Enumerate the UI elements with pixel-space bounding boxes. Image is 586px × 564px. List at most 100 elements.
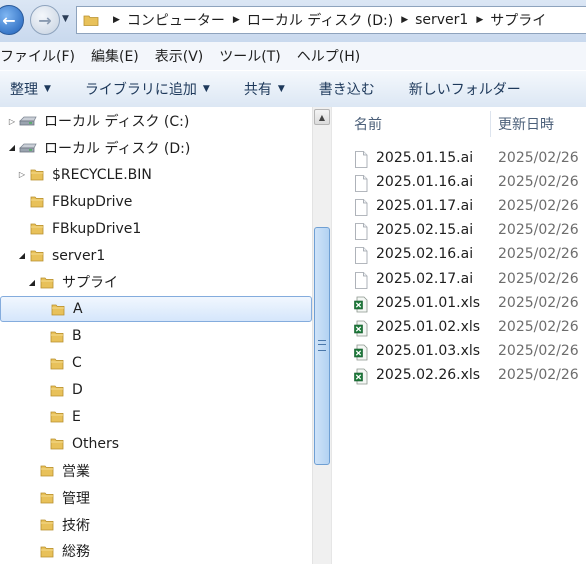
tree-item-label: C bbox=[72, 355, 82, 372]
collapse-arrow-icon[interactable]: ◢ bbox=[16, 251, 28, 260]
tree-item-label: E bbox=[72, 408, 81, 425]
new-folder-button[interactable]: 新しいフォルダー bbox=[399, 79, 531, 99]
breadcrumb-supply[interactable]: サプライ bbox=[490, 10, 546, 30]
tree-item[interactable]: ◢ server1 bbox=[0, 243, 312, 269]
scroll-up-arrow-icon[interactable]: ▲ bbox=[314, 109, 330, 125]
address-bar: ← → ▼ ▶ コンピューター ▶ ローカル ディスク (D:) ▶ serve… bbox=[0, 0, 586, 43]
share-button[interactable]: 共有 ▼ bbox=[234, 79, 295, 99]
excel-file-icon bbox=[354, 368, 368, 385]
folder-icon bbox=[40, 519, 54, 531]
tree-item[interactable]: 営業 bbox=[0, 458, 312, 484]
excel-file-icon bbox=[354, 320, 368, 337]
folder-icon bbox=[40, 546, 54, 558]
menu-file[interactable]: ファイル(F) bbox=[0, 46, 75, 66]
column-header-modified[interactable]: 更新日時 bbox=[498, 107, 554, 141]
file-row[interactable]: 2025.01.01.xls 2025/02/26 bbox=[332, 292, 586, 316]
column-header-name[interactable]: 名前 bbox=[354, 107, 382, 141]
folder-icon bbox=[40, 277, 54, 289]
tree-item[interactable]: B bbox=[0, 323, 312, 349]
breadcrumb-separator-icon[interactable]: ▶ bbox=[113, 15, 120, 25]
tree-item-label: ローカル ディスク (D:) bbox=[44, 140, 191, 157]
menu-help[interactable]: ヘルプ(H) bbox=[297, 46, 360, 66]
forward-arrow-icon[interactable]: → bbox=[30, 5, 60, 35]
collapse-arrow-icon[interactable]: ◢ bbox=[6, 143, 18, 152]
tree-item[interactable]: 管理 bbox=[0, 485, 312, 511]
tree-item-label: server1 bbox=[52, 247, 106, 264]
file-row[interactable]: 2025.02.26.xls 2025/02/26 bbox=[332, 364, 586, 388]
file-row[interactable]: 2025.02.16.ai 2025/02/26 bbox=[332, 243, 586, 267]
navigation-scrollbar[interactable]: ▲ bbox=[312, 107, 331, 564]
file-row[interactable]: 2025.02.17.ai 2025/02/26 bbox=[332, 268, 586, 292]
tree-item[interactable]: FBkupDrive bbox=[0, 189, 312, 215]
menu-edit[interactable]: 編集(E) bbox=[91, 46, 139, 66]
organize-button[interactable]: 整理 ▼ bbox=[0, 79, 61, 99]
menu-bar: ファイル(F) 編集(E) 表示(V) ツール(T) ヘルプ(H) bbox=[0, 42, 586, 70]
file-modified-date: 2025/02/26 bbox=[498, 342, 579, 359]
tree-item[interactable]: D bbox=[0, 377, 312, 403]
breadcrumb-separator-icon[interactable]: ▶ bbox=[476, 15, 483, 25]
generic-file-icon bbox=[355, 151, 368, 168]
tree-item[interactable]: 技術 bbox=[0, 512, 312, 538]
add-to-library-label: ライブラリに追加 bbox=[84, 82, 197, 98]
tree-item-label: 管理 bbox=[62, 490, 90, 507]
breadcrumb-drive-d[interactable]: ローカル ディスク (D:) bbox=[247, 10, 393, 30]
breadcrumb-separator-icon[interactable]: ▶ bbox=[233, 15, 240, 25]
generic-file-icon bbox=[355, 175, 368, 192]
file-name: 2025.01.15.ai bbox=[376, 150, 474, 166]
folder-icon bbox=[50, 385, 64, 396]
file-name: 2025.01.16.ai bbox=[376, 174, 474, 191]
column-separator[interactable] bbox=[490, 111, 491, 137]
file-row[interactable]: 2025.01.15.ai 2025/02/26 bbox=[332, 147, 586, 171]
file-row[interactable]: 2025.01.02.xls 2025/02/26 bbox=[332, 316, 586, 340]
navigation-pane[interactable]: ▷ ローカル ディスク (C:) ◢ ローカル ディスク (D:) ▷ $RECYCLE.… bbox=[0, 107, 312, 564]
file-modified-date: 2025/02/26 bbox=[498, 174, 579, 191]
scrollbar-thumb[interactable] bbox=[314, 227, 330, 465]
file-modified-date: 2025/02/26 bbox=[498, 366, 579, 383]
dropdown-caret-icon: ▼ bbox=[277, 84, 285, 94]
tree-item[interactable]: ▷ ローカル ディスク (C:) bbox=[0, 108, 312, 134]
recent-pages-chevron-icon[interactable]: ▼ bbox=[62, 14, 69, 24]
tree-item-label: A bbox=[73, 301, 83, 318]
folder-icon bbox=[40, 465, 54, 477]
add-to-library-button[interactable]: ライブラリに追加 ▼ bbox=[75, 79, 220, 99]
file-row[interactable]: 2025.01.03.xls 2025/02/26 bbox=[332, 340, 586, 364]
tree-item[interactable]: A bbox=[0, 296, 312, 323]
tree-item[interactable]: ◢ ローカル ディスク (D:) bbox=[0, 135, 312, 161]
drive-icon bbox=[19, 116, 37, 126]
tree-item[interactable]: E bbox=[0, 404, 312, 430]
tree-item[interactable]: ◢ サプライ bbox=[0, 269, 312, 295]
tree-item-label: サプライ bbox=[62, 275, 118, 292]
folder-icon bbox=[30, 169, 44, 181]
file-list: 名前 更新日時 2025.01.15.ai 2025/02/26 2025.01.1… bbox=[332, 107, 586, 564]
breadcrumb[interactable]: ▶ コンピューター ▶ ローカル ディスク (D:) ▶ server1 ▶ サ… bbox=[76, 6, 586, 34]
file-row[interactable]: 2025.02.15.ai 2025/02/26 bbox=[332, 219, 586, 243]
menu-view[interactable]: 表示(V) bbox=[155, 46, 204, 66]
generic-file-icon bbox=[355, 223, 368, 241]
burn-button[interactable]: 書き込む bbox=[309, 79, 385, 99]
tree-item-label: ローカル ディスク (C:) bbox=[44, 114, 190, 130]
breadcrumb-computer[interactable]: コンピューター bbox=[127, 10, 225, 30]
tree-item[interactable]: ▷ $RECYCLE.BIN bbox=[0, 162, 312, 188]
back-arrow-icon[interactable]: ← bbox=[0, 5, 24, 35]
file-row[interactable]: 2025.01.16.ai 2025/02/26 bbox=[332, 171, 586, 195]
file-name: 2025.01.02.xls bbox=[376, 318, 481, 335]
tree-item[interactable]: FBkupDrive1 bbox=[0, 216, 312, 242]
expand-arrow-icon[interactable]: ▷ bbox=[16, 170, 28, 179]
menu-tools[interactable]: ツール(T) bbox=[219, 46, 280, 66]
tree-item[interactable]: Others bbox=[0, 431, 312, 457]
file-name: 2025.01.03.xls bbox=[376, 342, 481, 359]
breadcrumb-server1[interactable]: server1 bbox=[415, 12, 468, 28]
folder-icon bbox=[50, 331, 64, 343]
collapse-arrow-icon[interactable]: ◢ bbox=[26, 278, 38, 287]
folder-icon bbox=[50, 438, 64, 450]
tree-item-label: D bbox=[72, 382, 83, 398]
expand-arrow-icon[interactable]: ▷ bbox=[6, 117, 18, 126]
file-row[interactable]: 2025.01.17.ai 2025/02/26 bbox=[332, 195, 586, 219]
file-modified-date: 2025/02/26 bbox=[498, 150, 579, 166]
file-name: 2025.02.16.ai bbox=[376, 246, 474, 263]
excel-file-icon bbox=[354, 344, 368, 361]
tree-item[interactable]: C bbox=[0, 350, 312, 376]
breadcrumb-separator-icon[interactable]: ▶ bbox=[401, 15, 408, 25]
tree-item[interactable]: 総務 bbox=[0, 538, 312, 564]
drive-icon bbox=[19, 143, 37, 153]
